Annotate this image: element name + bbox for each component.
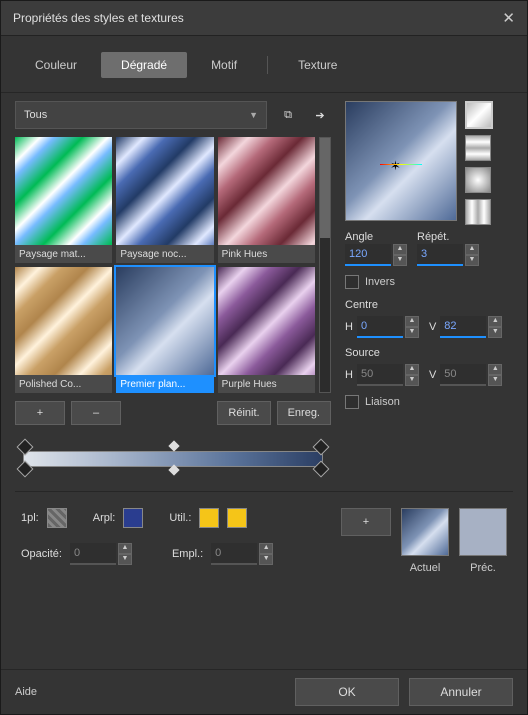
source-v-input[interactable] <box>440 364 486 386</box>
source-h-label: H <box>345 369 353 381</box>
current-swatch[interactable] <box>401 508 449 556</box>
save-button[interactable]: Enreg. <box>277 401 331 425</box>
source-h-input[interactable] <box>357 364 403 386</box>
util-swatch-2[interactable] <box>227 508 247 528</box>
gradient-preview[interactable]: ✶ <box>345 101 457 221</box>
invert-label: Invers <box>365 276 395 288</box>
repeat-label: Répét. <box>417 231 479 243</box>
position-label: Empl.: <box>172 548 203 560</box>
gradient-thumb[interactable]: Pink Hues <box>218 137 315 263</box>
center-v-label: V <box>429 321 436 333</box>
tab-bar: Couleur Dégradé Motif Texture <box>1 36 527 93</box>
close-icon[interactable]: ✕ <box>502 9 515 27</box>
previous-swatch[interactable] <box>459 508 507 556</box>
previous-label: Préc. <box>470 562 496 574</box>
tab-pattern[interactable]: Motif <box>191 52 257 78</box>
opacity-spinner[interactable]: ▲▼ <box>70 544 132 564</box>
gradient-thumb[interactable]: Paysage noc... <box>116 137 213 263</box>
fg-label: 1pl: <box>21 512 39 524</box>
source-v-label: V <box>429 369 436 381</box>
current-label: Actuel <box>410 562 441 574</box>
help-link[interactable]: Aide <box>15 686 37 698</box>
add-stop-button[interactable]: + <box>341 508 391 536</box>
position-input[interactable] <box>211 543 257 565</box>
gradient-thumb[interactable]: Polished Co... <box>15 267 112 393</box>
gradient-type-radial[interactable] <box>465 167 491 193</box>
tab-gradient[interactable]: Dégradé <box>101 52 187 78</box>
remove-gradient-button[interactable]: – <box>71 401 121 425</box>
opacity-label: Opacité: <box>21 548 62 560</box>
gradient-type-list <box>465 101 493 225</box>
export-arrow-icon[interactable]: ➔ <box>309 104 331 126</box>
angle-spinner[interactable]: ▲▼ <box>345 245 407 265</box>
gradient-type-linear[interactable] <box>465 101 493 129</box>
gradient-thumb[interactable]: Paysage mat... <box>15 137 112 263</box>
invert-checkbox[interactable]: Invers <box>345 275 513 289</box>
center-h-spinner[interactable]: ▲▼ <box>357 317 419 337</box>
center-h-label: H <box>345 321 353 333</box>
repeat-input[interactable] <box>417 244 463 266</box>
chevron-down-icon: ▼ <box>249 110 258 120</box>
angle-input[interactable] <box>345 244 391 266</box>
bg-swatch[interactable] <box>123 508 143 528</box>
category-combo[interactable]: Tous ▼ <box>15 101 267 129</box>
cancel-button[interactable]: Annuler <box>409 678 513 706</box>
gradient-grid: Paysage mat... Paysage noc... Pink Hues <box>15 137 315 393</box>
gradient-type-sunburst[interactable] <box>465 199 491 225</box>
tab-color[interactable]: Couleur <box>15 52 97 78</box>
util-swatch-1[interactable] <box>199 508 219 528</box>
gradient-thumb-selected[interactable]: Premier plan... <box>116 267 213 393</box>
window-title: Propriétés des styles et textures <box>13 11 184 25</box>
center-h-input[interactable] <box>357 316 403 338</box>
category-value: Tous <box>24 109 47 121</box>
position-spinner[interactable]: ▲▼ <box>211 544 273 564</box>
tab-texture[interactable]: Texture <box>278 52 357 78</box>
add-gradient-button[interactable]: + <box>15 401 65 425</box>
link-checkbox[interactable]: Liaison <box>345 395 513 409</box>
ok-button[interactable]: OK <box>295 678 399 706</box>
center-v-input[interactable] <box>440 316 486 338</box>
source-h-spinner[interactable]: ▲▼ <box>357 365 419 385</box>
link-label: Liaison <box>365 396 400 408</box>
fg-swatch[interactable] <box>47 508 67 528</box>
util-label: Util.: <box>169 512 191 524</box>
gradient-type-rectangular[interactable] <box>465 135 491 161</box>
center-v-spinner[interactable]: ▲▼ <box>440 317 502 337</box>
source-v-spinner[interactable]: ▲▼ <box>440 365 502 385</box>
repeat-spinner[interactable]: ▲▼ <box>417 245 479 265</box>
gradient-thumb[interactable]: Purple Hues <box>218 267 315 393</box>
center-section-label: Centre <box>345 299 513 311</box>
grid-scrollbar[interactable] <box>319 137 331 393</box>
source-section-label: Source <box>345 347 513 359</box>
opacity-input[interactable] <box>70 543 116 565</box>
bg-label: Arpl: <box>93 512 116 524</box>
tab-separator <box>267 56 268 74</box>
angle-label: Angle <box>345 231 407 243</box>
gradient-editor[interactable] <box>17 443 329 471</box>
copy-icon[interactable]: ⧉ <box>277 104 299 126</box>
reset-button[interactable]: Réinit. <box>217 401 270 425</box>
center-marker-icon: ✶ <box>390 158 401 174</box>
